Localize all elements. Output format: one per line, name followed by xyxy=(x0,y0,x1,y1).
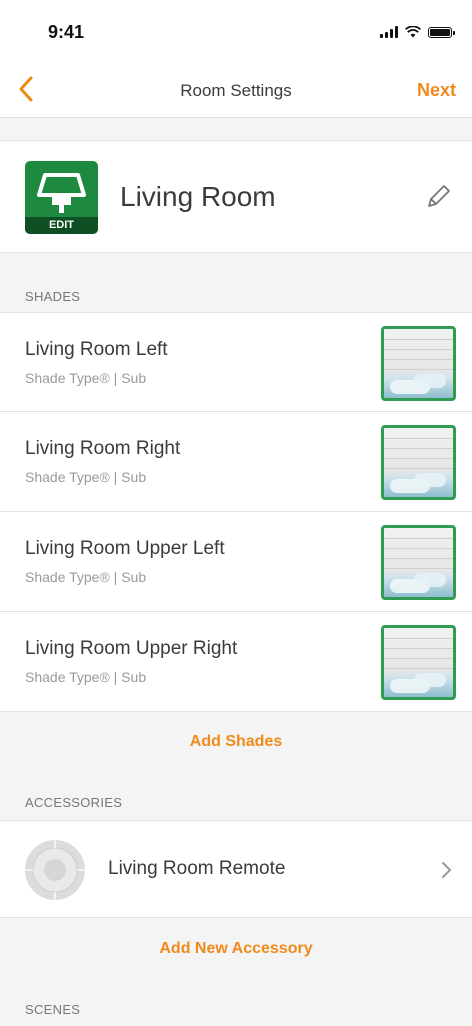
shade-type: Shade Type® | Sub xyxy=(25,370,147,386)
accessories-section-label: ACCESSORIES xyxy=(25,795,123,810)
edit-badge: EDIT xyxy=(25,217,98,234)
shade-thumbnail xyxy=(381,425,456,500)
nav-bar: Room Settings Next xyxy=(0,62,472,118)
shade-thumbnail xyxy=(381,326,456,401)
shade-type: Shade Type® | Sub xyxy=(25,669,147,685)
shade-name: Living Room Right xyxy=(25,438,181,459)
shades-section-label: SHADES xyxy=(25,289,81,304)
pencil-icon xyxy=(428,185,450,207)
shade-name: Living Room Left xyxy=(25,339,168,360)
next-button[interactable]: Next xyxy=(417,80,456,101)
shade-type: Shade Type® | Sub xyxy=(25,569,147,585)
shade-name: Living Room Upper Right xyxy=(25,638,238,659)
battery-icon xyxy=(428,26,455,38)
wifi-icon xyxy=(405,26,421,38)
shade-type: Shade Type® | Sub xyxy=(25,469,147,485)
room-icon-edit-button[interactable]: EDIT xyxy=(25,161,98,234)
room-name: Living Room xyxy=(120,181,276,212)
status-icons xyxy=(380,26,455,38)
shade-row[interactable]: Living Room Upper Right Shade Type® | Su… xyxy=(0,612,472,712)
shade-name: Living Room Upper Left xyxy=(25,538,225,559)
remote-icon xyxy=(25,840,85,900)
edit-room-button[interactable] xyxy=(422,181,454,213)
accessory-row[interactable]: Living Room Remote xyxy=(0,820,472,918)
add-shades-button[interactable]: Add Shades xyxy=(0,733,472,751)
scenes-section-label: SCENES xyxy=(25,1002,81,1017)
shade-row[interactable]: Living Room Upper Left Shade Type® | Sub xyxy=(0,512,472,612)
shade-thumbnail xyxy=(381,625,456,700)
status-time: 9:41 xyxy=(48,22,85,42)
signal-icon xyxy=(380,26,398,38)
lamp-icon xyxy=(37,173,86,213)
page-title: Room Settings xyxy=(180,81,292,100)
shade-thumbnail xyxy=(381,525,456,600)
chevron-right-icon xyxy=(442,862,451,878)
status-bar: 9:41 xyxy=(0,0,472,62)
add-new-accessory-button[interactable]: Add New Accessory xyxy=(0,940,472,958)
room-header: EDIT Living Room xyxy=(0,140,472,253)
shade-row[interactable]: Living Room Left Shade Type® | Sub xyxy=(0,312,472,412)
accessory-name: Living Room Remote xyxy=(108,858,286,879)
shade-row[interactable]: Living Room Right Shade Type® | Sub xyxy=(0,412,472,512)
